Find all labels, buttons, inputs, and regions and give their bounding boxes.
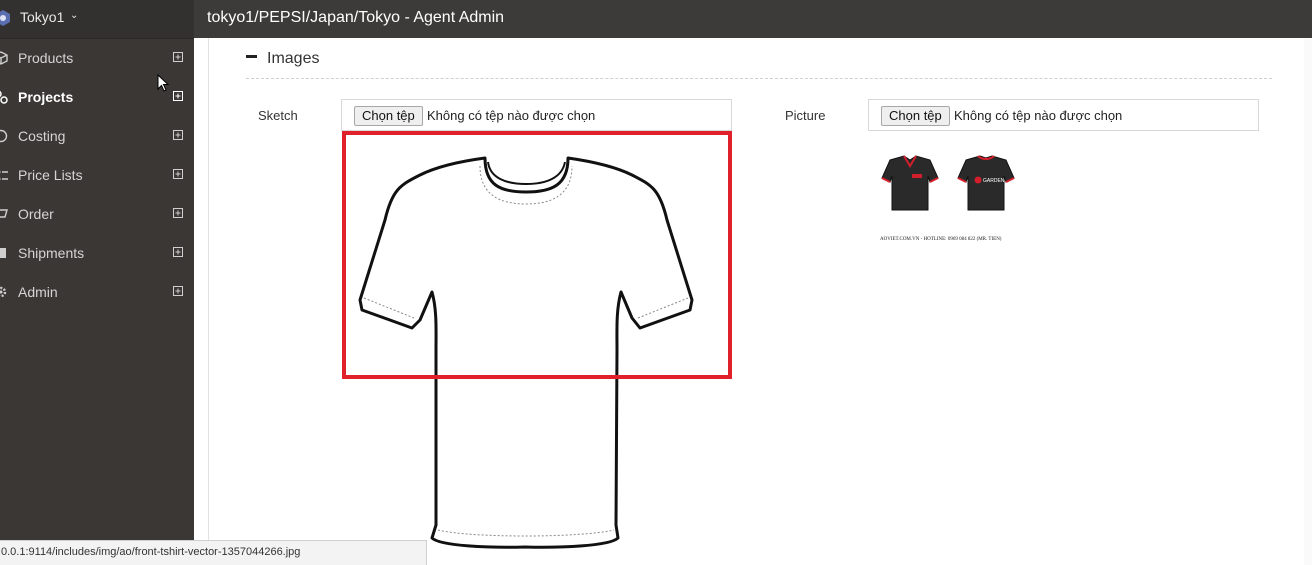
picture-caption: AOVIET.COM.VN - HOTLINE: 0969 084 822 (M… xyxy=(880,237,1002,242)
section-divider xyxy=(246,78,1272,79)
section-title: Images xyxy=(267,50,320,67)
sketch-highlight-frame xyxy=(342,131,732,379)
sidebar-item-shipments[interactable]: Shipments xyxy=(0,234,194,273)
price-list-icon xyxy=(0,170,8,181)
gear-icon xyxy=(0,286,7,298)
expand-icon[interactable] xyxy=(173,286,183,296)
workspace-switcher[interactable]: Tokyo1 ⌄ xyxy=(0,0,194,39)
picture-label: Picture xyxy=(785,108,826,123)
sidebar-item-label: Admin xyxy=(18,284,58,300)
page-title: tokyo1/PEPSI/Japan/Tokyo - Agent Admin xyxy=(207,9,505,26)
status-url: 0.0.1:9114/includes/img/ao/front-tshirt-… xyxy=(1,546,301,558)
picture-file-input[interactable]: Chọn tệp Không có tệp nào được chọn xyxy=(868,99,1259,131)
mouse-cursor-icon xyxy=(157,74,169,92)
expand-icon[interactable] xyxy=(173,91,183,101)
sidebar-item-products[interactable]: Products xyxy=(0,39,194,78)
picture-choose-file-button[interactable]: Chọn tệp xyxy=(881,106,950,126)
sidebar-item-label: Products xyxy=(18,50,74,66)
chevron-down-icon: ⌄ xyxy=(70,10,79,21)
page-scrollbar[interactable] xyxy=(1304,38,1312,565)
images-section-toggle[interactable]: Images xyxy=(246,50,319,68)
sidebar-item-admin[interactable]: Admin xyxy=(0,273,194,312)
collapse-icon xyxy=(246,55,257,59)
sidebar-item-label: Projects xyxy=(18,89,74,105)
sketch-file-status: Không có tệp nào được chọn xyxy=(427,108,596,123)
sketch-label: Sketch xyxy=(258,108,298,123)
cube-icon xyxy=(0,51,8,65)
sketch-file-input[interactable]: Chọn tệp Không có tệp nào được chọn xyxy=(341,99,732,131)
expand-icon[interactable] xyxy=(173,130,183,140)
sidebar-item-label: Price Lists xyxy=(18,167,83,183)
projects-icon xyxy=(0,90,8,104)
sidebar-item-label: Costing xyxy=(18,128,66,144)
sidebar-item-price-lists[interactable]: Price Lists xyxy=(0,156,194,195)
sidebar-item-costing[interactable]: Costing xyxy=(0,117,194,156)
polo-shirt-picture-image[interactable]: GARDEN AOVIET.COM.VN - HOTLINE: 0969 084… xyxy=(868,148,1028,244)
expand-icon[interactable] xyxy=(173,247,183,257)
picture-file-status: Không có tệp nào được chọn xyxy=(954,108,1123,123)
order-icon xyxy=(0,209,8,218)
polo-brand-text: GARDEN xyxy=(983,178,1005,184)
top-bar: tokyo1/PEPSI/Japan/Tokyo - Agent Admin xyxy=(194,0,1312,38)
expand-icon[interactable] xyxy=(173,52,183,62)
sidebar-item-label: Order xyxy=(18,206,54,222)
workspace-logo-icon xyxy=(0,10,10,26)
browser-status-bar: 0.0.1:9114/includes/img/ao/front-tshirt-… xyxy=(0,540,427,565)
sidebar-item-order[interactable]: Order xyxy=(0,195,194,234)
expand-icon[interactable] xyxy=(173,208,183,218)
workspace-name: Tokyo1 xyxy=(20,9,65,25)
expand-icon[interactable] xyxy=(173,169,183,179)
sidebar-item-label: Shipments xyxy=(18,245,85,261)
shipments-icon xyxy=(0,248,6,258)
sketch-choose-file-button[interactable]: Chọn tệp xyxy=(354,106,423,126)
costing-icon xyxy=(0,129,8,143)
